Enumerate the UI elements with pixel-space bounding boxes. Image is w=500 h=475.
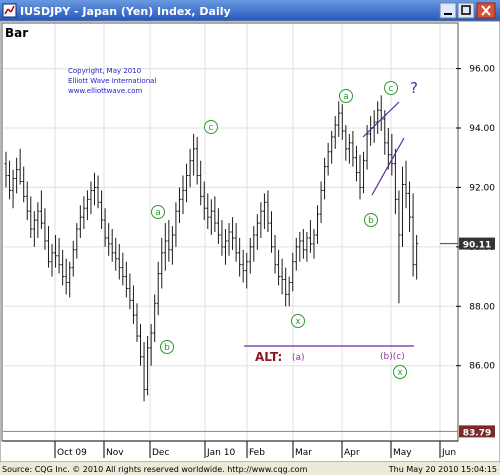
timestamp: Thu May 20 2010 15:04:15	[388, 465, 497, 474]
y-tick-label: 88.00	[469, 302, 495, 312]
wave-label-text: a	[343, 92, 349, 102]
x-tick-label: Oct 09	[57, 448, 87, 458]
y-tick-label: 86.00	[469, 362, 495, 372]
wave-label: x	[393, 365, 407, 379]
low-price-label: 83.79	[463, 428, 491, 438]
wave-label-text: x	[397, 368, 403, 378]
wave-label-text: b	[368, 216, 374, 226]
wave-label-text: b	[164, 343, 170, 353]
alt-wave-a: (a)	[292, 353, 305, 363]
copyright-line: Copyright, May 2010	[68, 67, 141, 75]
current-price-label: 90.11	[463, 241, 491, 251]
x-tick-label: Nov	[106, 448, 124, 458]
alt-wave-bc: (b)(c)	[380, 352, 405, 362]
y-tick-label: 92.00	[469, 183, 495, 193]
wave-label: x	[291, 314, 305, 328]
question-mark: ?	[410, 79, 418, 97]
alt-label: ALT:	[255, 350, 282, 364]
wave-label-text: c	[209, 123, 214, 133]
x-tick-label: May	[393, 448, 412, 458]
x-tick-label: Jun	[441, 448, 456, 458]
wave-label-text: c	[389, 84, 394, 94]
minimize-button[interactable]	[439, 2, 457, 19]
wave-label-text: x	[295, 317, 301, 327]
wave-label: c	[204, 120, 218, 134]
website-link[interactable]: www.elliottwave.com	[68, 87, 142, 95]
wave-label: a	[151, 205, 165, 219]
close-button[interactable]	[476, 2, 496, 19]
x-tick-label: Dec	[152, 448, 169, 458]
wave-label: c	[384, 81, 398, 95]
x-tick-label: Mar	[295, 448, 312, 458]
wave-label: a	[339, 89, 353, 103]
source-credit: Source: CQG Inc. © 2010 All rights reser…	[2, 465, 308, 474]
y-tick-label: 96.00	[469, 65, 495, 75]
maximize-button[interactable]	[457, 2, 475, 19]
y-tick-label: 94.00	[469, 124, 495, 134]
chart-window: IUSDJPY - Japan (Yen) Index, Daily Bar 8…	[0, 0, 500, 475]
wave-label: b	[160, 340, 174, 354]
company-name: Elliott Wave International	[68, 77, 156, 85]
x-tick-label: Jan 10	[206, 448, 235, 458]
wave-label-text: a	[155, 208, 161, 218]
panel-label: Bar	[5, 26, 28, 40]
x-tick-label: Apr	[344, 448, 360, 458]
wave-label: b	[364, 213, 378, 227]
app-icon	[2, 3, 17, 18]
window-title: IUSDJPY - Japan (Yen) Index, Daily	[20, 5, 231, 18]
x-tick-label: Feb	[249, 448, 265, 458]
